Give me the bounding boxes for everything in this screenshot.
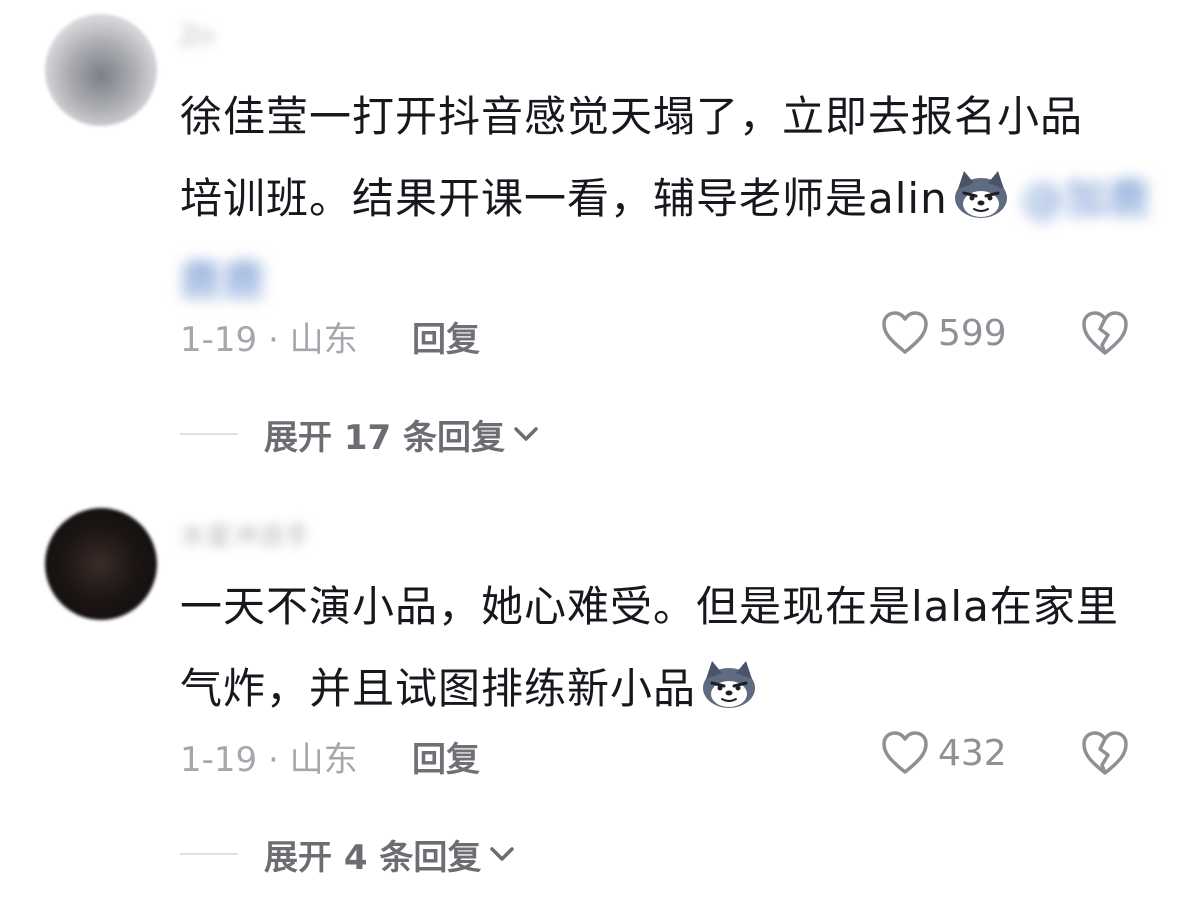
expand-replies-label: 展开 17 条回复	[264, 417, 505, 458]
reply-button[interactable]: 回复	[412, 732, 480, 781]
comment-text-line: 徐佳莹一打开抖音感觉天塌了，立即去报名小品	[180, 92, 1084, 141]
comment-text-line: 培训班。结果开课一看，辅导老师是alin @加鹿	[180, 158, 1150, 240]
comment-meta: 1-19 · 山东 回复 432	[180, 728, 1140, 781]
wolf-face-emoji-icon	[954, 171, 1007, 218]
comment-text: 一天不演小品，她心难受。但是现在是lala在家里 气炸，并且试图排练新小品	[180, 566, 1140, 730]
chevron-down-icon	[514, 427, 538, 441]
broken-heart-icon	[1082, 731, 1128, 775]
wolf-face-emoji-icon	[703, 661, 756, 708]
expand-replies-button[interactable]: 展开 4 条回复	[180, 830, 519, 878]
comment-date-location: 1-19 · 山东	[180, 320, 358, 360]
dislike-button[interactable]	[1080, 728, 1130, 778]
chevron-down-icon	[490, 847, 515, 861]
broken-heart-icon	[1082, 311, 1128, 355]
comment-username[interactable]: 水星冲浪手	[180, 516, 370, 552]
comment-text-segment: 培训班。结果开课一看，辅导老师是alin	[180, 174, 948, 223]
like-button[interactable]: 432	[880, 728, 1007, 778]
comment-text-line: 一天不演小品，她心难受。但是现在是lala在家里	[180, 582, 1119, 631]
like-button[interactable]: 599	[880, 308, 1007, 358]
expand-replies-label: 展开 4 条回复	[264, 837, 482, 878]
comment-text-line: 气炸，并且试图排练新小品	[180, 648, 1140, 730]
comment-date-location: 1-19 · 山东	[180, 740, 358, 780]
reply-button[interactable]: 回复	[412, 312, 480, 361]
expand-replies-button[interactable]: 展开 17 条回复	[180, 410, 543, 458]
heart-outline-icon	[882, 731, 928, 774]
comment-text: 徐佳莹一打开抖音感觉天塌了，立即去报名小品 培训班。结果开课一看，辅导老师是al…	[180, 76, 1150, 322]
like-count: 599	[938, 312, 1007, 354]
avatar[interactable]	[45, 14, 157, 126]
comment-username[interactable]: Zn	[180, 22, 230, 56]
divider	[180, 853, 238, 855]
comment-meta: 1-19 · 山东 回复 599	[180, 308, 1140, 361]
comment-list: Zn 徐佳莹一打开抖音感觉天塌了，立即去报名小品 培训班。结果开课一看，辅导老师…	[0, 0, 1179, 924]
heart-outline-icon	[882, 311, 928, 354]
comment-text-segment: 气炸，并且试图排练新小品	[180, 664, 697, 713]
avatar[interactable]	[45, 508, 157, 620]
like-count: 432	[938, 732, 1007, 774]
dislike-button[interactable]	[1080, 308, 1130, 358]
mention-link[interactable]: @加鹿	[1022, 158, 1151, 240]
divider	[180, 433, 238, 435]
